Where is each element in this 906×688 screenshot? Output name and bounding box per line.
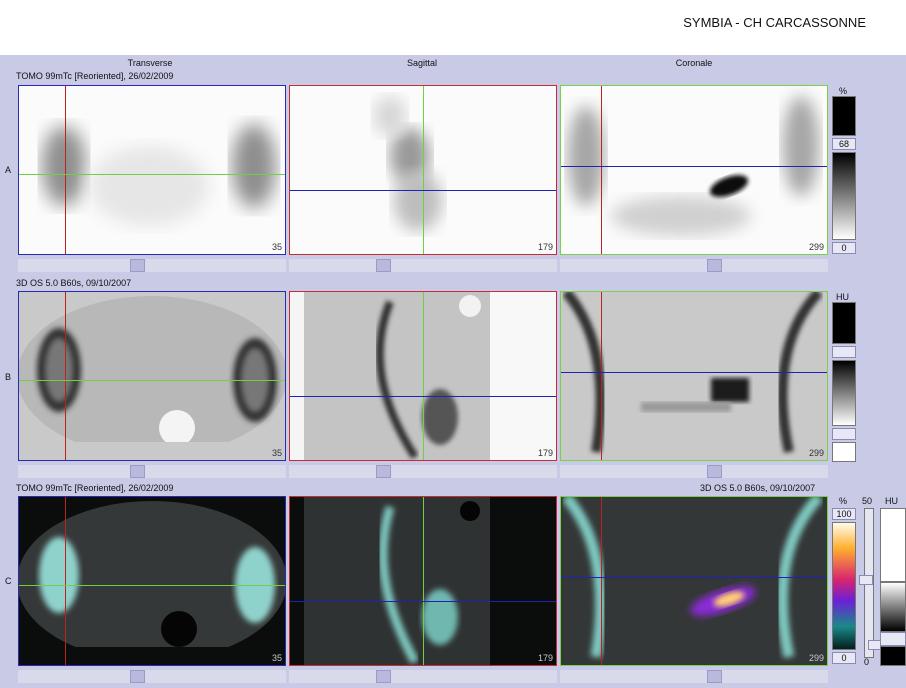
crosshair-horizontal[interactable] xyxy=(561,166,827,167)
scale-c-max[interactable]: 100 xyxy=(832,508,856,520)
scale-b-bottom-bar xyxy=(832,442,856,462)
row-b-coronal-view[interactable]: 299 xyxy=(560,291,828,461)
row-a-sagittal-scrollbar[interactable] xyxy=(289,259,557,272)
scale-a-top-bar xyxy=(832,96,856,136)
row-c-transverse-image xyxy=(19,501,285,665)
scale-c-hu-handle[interactable] xyxy=(880,632,906,646)
crosshair-vertical[interactable] xyxy=(601,86,602,254)
row-c-sagittal-scrollbar[interactable] xyxy=(289,670,557,683)
scale-b-upper-handle[interactable] xyxy=(832,346,856,358)
slice-number: 179 xyxy=(537,448,553,458)
row-b-sagittal-view[interactable]: 179 xyxy=(289,291,557,461)
scale-c-color-gradient xyxy=(832,522,856,650)
row-b-transverse-image xyxy=(19,296,285,460)
scale-b-unit: HU xyxy=(836,292,849,302)
row-a-transverse-view[interactable]: 35 xyxy=(18,85,286,255)
scale-c-hu-bottom xyxy=(880,646,906,666)
row-c-letter: C xyxy=(5,576,12,586)
scroll-thumb[interactable] xyxy=(707,670,722,683)
scroll-thumb[interactable] xyxy=(376,465,391,478)
slice-number: 179 xyxy=(537,242,553,252)
row-a-series-label: TOMO 99mTc [Reoriented], 26/02/2009 xyxy=(16,71,174,81)
scroll-thumb[interactable] xyxy=(130,465,145,478)
scroll-thumb[interactable] xyxy=(376,670,391,683)
row-b-sagittal-scrollbar[interactable] xyxy=(289,465,557,478)
crosshair-vertical[interactable] xyxy=(65,292,66,460)
scroll-thumb[interactable] xyxy=(376,259,391,272)
row-c-coronal-scrollbar[interactable] xyxy=(560,670,828,683)
crosshair-vertical[interactable] xyxy=(65,497,66,665)
column-header-sagittal: Sagittal xyxy=(406,58,438,68)
scale-c-hu-top xyxy=(880,508,906,582)
crosshair-vertical[interactable] xyxy=(423,86,424,254)
scale-b-lower-handle[interactable] xyxy=(832,428,856,440)
crosshair-horizontal[interactable] xyxy=(19,585,285,586)
row-a-sagittal-view[interactable]: 179 xyxy=(289,85,557,255)
scale-c-min[interactable]: 0 xyxy=(832,652,856,664)
row-b-coronal-scrollbar[interactable] xyxy=(560,465,828,478)
crosshair-horizontal[interactable] xyxy=(561,577,827,578)
row-c-transverse-view[interactable]: 35 xyxy=(18,496,286,666)
scroll-thumb[interactable] xyxy=(130,259,145,272)
crosshair-horizontal[interactable] xyxy=(19,380,285,381)
scale-a-unit: % xyxy=(839,86,848,96)
scale-a-level[interactable]: 68 xyxy=(832,138,856,150)
scroll-thumb[interactable] xyxy=(707,259,722,272)
crosshair-horizontal[interactable] xyxy=(561,372,827,373)
scale-b-gradient xyxy=(832,360,856,426)
scroll-thumb[interactable] xyxy=(130,670,145,683)
slice-number: 179 xyxy=(537,653,553,663)
scale-c-unit: % xyxy=(839,496,848,506)
slice-number: 299 xyxy=(808,653,824,663)
row-a-coronal-view[interactable]: 299 xyxy=(560,85,828,255)
crosshair-horizontal[interactable] xyxy=(290,396,556,397)
scale-a-min[interactable]: 0 xyxy=(832,242,856,254)
crosshair-vertical[interactable] xyxy=(423,497,424,665)
crosshair-horizontal[interactable] xyxy=(290,601,556,602)
column-header-transverse: Transverse xyxy=(127,58,173,68)
crosshair-horizontal[interactable] xyxy=(290,190,556,191)
scale-c-blend-min: 0 xyxy=(864,657,870,667)
scale-c-hu-gradient xyxy=(880,582,906,632)
crosshair-vertical[interactable] xyxy=(65,86,66,254)
scroll-thumb[interactable] xyxy=(707,465,722,478)
scale-c-unit-2: HU xyxy=(885,496,898,506)
row-b-series-label: 3D OS 5.0 B60s, 09/10/2007 xyxy=(16,278,132,288)
slice-number: 35 xyxy=(271,242,282,252)
crosshair-vertical[interactable] xyxy=(601,497,602,665)
scale-b-top-bar xyxy=(832,302,856,344)
row-c-series-label-right: 3D OS 5.0 B60s, 09/10/2007 xyxy=(700,483,816,493)
row-b-transverse-scrollbar[interactable] xyxy=(18,465,286,478)
row-c-transverse-scrollbar[interactable] xyxy=(18,670,286,683)
slice-number: 299 xyxy=(808,448,824,458)
row-a-transverse-scrollbar[interactable] xyxy=(18,259,286,272)
title-bar: SYMBIA - CH CARCASSONNE xyxy=(0,0,906,55)
row-a-transverse-image xyxy=(42,124,276,226)
scale-c-blend-value: 50 xyxy=(862,496,873,506)
row-a-letter: A xyxy=(5,165,12,175)
slice-number: 299 xyxy=(808,242,824,252)
row-c-sagittal-view[interactable]: 179 xyxy=(289,496,557,666)
row-b-letter: B xyxy=(5,372,12,382)
slice-number: 35 xyxy=(271,448,282,458)
scale-c-blend-thumb[interactable] xyxy=(859,575,873,585)
scale-a-gradient xyxy=(832,152,856,240)
crosshair-vertical[interactable] xyxy=(423,292,424,460)
row-c-coronal-view[interactable]: 299 xyxy=(560,496,828,666)
crosshair-horizontal[interactable] xyxy=(19,174,285,175)
column-header-coronale: Coronale xyxy=(675,58,713,68)
row-b-transverse-view[interactable]: 35 xyxy=(18,291,286,461)
slice-number: 35 xyxy=(271,653,282,663)
row-a-coronal-scrollbar[interactable] xyxy=(560,259,828,272)
row-c-series-label: TOMO 99mTc [Reoriented], 26/02/2009 xyxy=(16,483,174,493)
crosshair-vertical[interactable] xyxy=(601,292,602,460)
site-title: SYMBIA - CH CARCASSONNE xyxy=(683,15,866,30)
